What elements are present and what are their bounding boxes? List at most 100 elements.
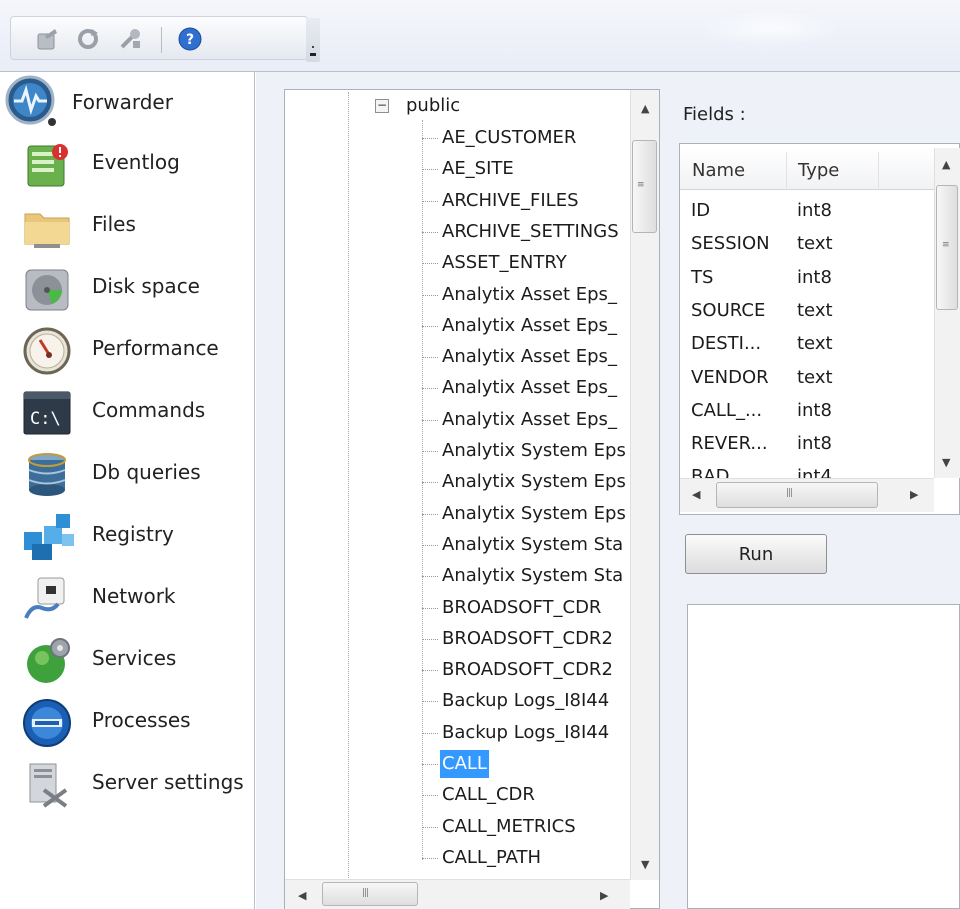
tools-icon[interactable] [115,24,145,54]
sidebar-item-label: Services [92,646,177,670]
tree-node[interactable]: BROADSOFT_CDR [440,594,603,622]
tree-connector [422,263,438,264]
sidebar-item-disk-space[interactable]: Disk space [0,260,250,316]
sidebar-item-label: Db queries [92,460,201,484]
sidebar-item-label: Disk space [92,274,200,298]
sidebar-item-forwarder[interactable]: Forwarder [0,74,250,130]
export-icon[interactable] [33,24,63,54]
table-row[interactable]: SOURCE text [680,298,934,328]
table-row[interactable]: TS int8 [680,265,934,295]
column-divider[interactable] [878,152,879,188]
tree-node[interactable]: CALL_METRICS [440,813,578,841]
cell-field-name: SESSION [691,233,770,254]
sidebar-item-commands[interactable]: C:\ Commands [0,384,250,440]
table-row[interactable]: DESTI... text [680,331,934,361]
folder-icon [22,202,72,252]
server-settings-icon [22,760,72,810]
tree-node[interactable]: ARCHIVE_FILES [440,187,581,215]
tree-connector [422,670,438,671]
cell-field-name: ID [691,200,711,221]
table-row[interactable]: VENDOR text [680,365,934,395]
forwarder-icon [4,74,56,126]
fields-grid-body: ID int8 SESSION text TS int8 SOURCE text DESTI..… [680,190,934,478]
column-header-name[interactable]: Name [692,160,745,181]
network-icon [22,574,72,624]
sidebar: Forwarder Eventlog Files Disk space Perf… [0,72,255,909]
registry-icon [22,512,74,562]
tree-node[interactable]: AE_CUSTOMER [440,124,578,152]
sidebar-item-db-queries[interactable]: Db queries [0,446,250,502]
toolbar: ? [0,0,960,72]
tree-node-selected[interactable]: CALL [440,750,489,778]
cell-field-type: text [797,333,833,354]
tree-connector [422,482,438,483]
scroll-left-arrow-icon[interactable]: ◀ [692,488,700,501]
table-row[interactable]: ID int8 [680,198,934,228]
help-icon[interactable]: ? [175,24,205,54]
tree-node[interactable]: BROADSOFT_CDR2 [440,656,615,684]
run-button[interactable]: Run [685,534,827,574]
column-divider[interactable] [786,152,787,188]
processes-icon [22,698,72,748]
toolbar-overflow-grip[interactable] [306,18,320,62]
tree-node[interactable]: CALL_CDR [440,781,537,809]
cell-field-type: text [797,367,833,388]
table-row[interactable]: SESSION text [680,231,934,261]
tree-node[interactable]: Analytix Asset Eps_ [440,281,619,309]
sidebar-item-processes[interactable]: Processes [0,694,250,750]
fields-scroll-thumb-horizontal[interactable] [716,482,878,508]
table-row[interactable]: REVER... int8 [680,431,934,461]
column-header-type[interactable]: Type [798,160,839,181]
scroll-grip-icon: ||| [362,888,369,898]
scroll-down-arrow-icon[interactable]: ▼ [641,858,649,871]
cell-field-name: BAD [691,466,730,478]
tree-node[interactable]: AE_SITE [440,155,516,183]
sidebar-item-label: Eventlog [92,150,180,174]
scroll-grip-icon: ||| [786,488,793,498]
table-row[interactable]: BAD int4 [680,464,934,478]
sidebar-item-performance[interactable]: Performance [0,322,250,378]
sidebar-item-network[interactable]: Network [0,570,250,626]
tree-expander[interactable]: − [375,99,389,113]
tree-node[interactable]: Analytix Asset Eps_ [440,343,619,371]
fields-label: Fields : [683,104,746,125]
tree-node[interactable]: Analytix Asset Eps_ [440,406,619,434]
query-results-area[interactable] [687,604,960,909]
sidebar-item-services[interactable]: Services [0,632,250,688]
scroll-left-arrow-icon[interactable]: ◀ [298,889,306,902]
refresh-icon[interactable] [73,24,103,54]
cell-field-type: int8 [797,200,832,221]
tree-node[interactable]: Analytix Asset Eps_ [440,312,619,340]
tree-node[interactable]: BROADSOFT_CDR2 [440,625,615,653]
tree-scroll-thumb[interactable] [632,140,657,233]
tree-node[interactable]: CALL_PATH [440,844,543,872]
scroll-up-arrow-icon[interactable]: ▲ [942,158,950,171]
tree-node[interactable]: Analytix System Sta [440,562,625,590]
tree-connector [422,795,438,796]
scroll-up-arrow-icon[interactable]: ▲ [641,102,649,115]
sidebar-item-eventlog[interactable]: Eventlog [0,136,250,192]
tree-node[interactable]: Analytix System Eps [440,468,628,496]
scroll-right-arrow-icon[interactable]: ▶ [600,889,608,902]
tree-connector [422,701,438,702]
sidebar-item-registry[interactable]: Registry [0,508,250,564]
tree-node[interactable]: Backup Logs_I8I44 [440,687,611,715]
sidebar-item-label: Performance [92,336,219,360]
tree-node[interactable]: Analytix System Eps [440,437,628,465]
tree-scroll-thumb-horizontal[interactable] [322,882,418,906]
table-row[interactable]: CALL_... int8 [680,398,934,428]
scroll-right-arrow-icon[interactable]: ▶ [910,488,918,501]
tree-node[interactable]: ARCHIVE_SETTINGS [440,218,621,246]
tree-node[interactable]: Analytix Asset Eps_ [440,374,619,402]
sidebar-item-files[interactable]: Files [0,198,250,254]
tree-root-public[interactable]: public [404,92,462,120]
tree-node[interactable]: Analytix System Eps [440,500,628,528]
tree-node[interactable]: Analytix System Sta [440,531,625,559]
tree-node[interactable]: ASSET_ENTRY [440,249,569,277]
cell-field-name: REVER... [691,433,768,454]
svg-text:?: ? [186,32,194,48]
tree-node[interactable]: Backup Logs_I8I44 [440,719,611,747]
sidebar-item-server-settings[interactable]: Server settings [0,756,250,812]
tree-connector [422,169,438,170]
scroll-down-arrow-icon[interactable]: ▼ [942,456,950,469]
